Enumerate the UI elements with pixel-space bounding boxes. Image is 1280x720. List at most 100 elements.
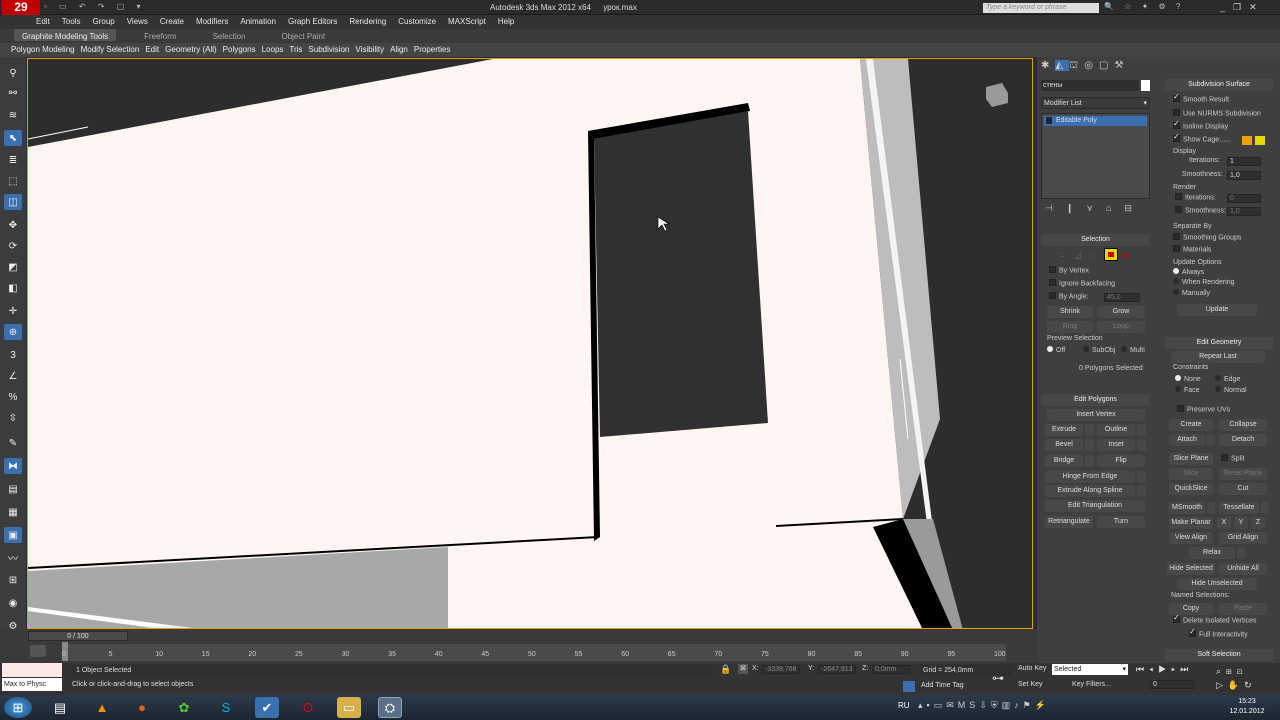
- link-icon[interactable]: ⚲: [4, 65, 22, 81]
- constraint-face-radio[interactable]: Face: [1175, 386, 1200, 394]
- render-smoothness-spinner[interactable]: 1,0: [1227, 207, 1261, 216]
- stack-expand-icon[interactable]: [1046, 117, 1052, 124]
- border-level-icon[interactable]: ◌: [1090, 251, 1095, 260]
- smoothing-groups-checkbox[interactable]: Smoothing Groups: [1173, 233, 1241, 241]
- grid-align-button[interactable]: Grid Align: [1219, 532, 1267, 544]
- time-slider[interactable]: 0 / 100: [28, 631, 128, 641]
- inset-settings-button[interactable]: [1137, 439, 1146, 451]
- cut-button[interactable]: Cut: [1219, 483, 1267, 495]
- extrude-button[interactable]: Extrude: [1045, 424, 1083, 436]
- x-coordinate-field[interactable]: -3339,768: [762, 665, 800, 674]
- panel-polygon-modeling[interactable]: Polygon Modeling: [8, 43, 78, 54]
- tray-shield-icon[interactable]: ⛨: [991, 700, 1002, 710]
- opera-icon[interactable]: O: [296, 697, 320, 718]
- avast-icon[interactable]: ▲: [90, 697, 114, 718]
- tray-volume-icon[interactable]: ♪: [1014, 700, 1023, 710]
- previous-frame-icon[interactable]: ◂: [1149, 664, 1158, 674]
- menu-create[interactable]: Create: [154, 15, 190, 26]
- set-key-button[interactable]: Set Key: [1018, 681, 1043, 688]
- menu-views[interactable]: Views: [121, 15, 154, 26]
- manually-radio[interactable]: Manually: [1173, 289, 1210, 297]
- ignore-backfacing-checkbox[interactable]: Ignore Backfacing: [1049, 279, 1115, 287]
- tray-m-icon[interactable]: M: [958, 700, 970, 710]
- subdivision-surface-rollout-header[interactable]: Subdivision Surface: [1165, 79, 1273, 91]
- collapse-button[interactable]: Collapse: [1219, 419, 1267, 431]
- tray-app-icon[interactable]: ▪: [927, 700, 934, 710]
- menu-rendering[interactable]: Rendering: [343, 15, 392, 26]
- skype-icon[interactable]: S: [214, 697, 238, 718]
- menu-group[interactable]: Group: [86, 15, 120, 26]
- preview-subobj-radio[interactable]: SubObj: [1083, 346, 1115, 354]
- constraint-edge-radio[interactable]: Edge: [1215, 375, 1240, 383]
- modify-tab-icon[interactable]: ◭: [1055, 60, 1070, 71]
- panel-geometry-all[interactable]: Geometry (All): [162, 43, 220, 54]
- use-nurms-checkbox[interactable]: Use NURMS Subdivision: [1173, 109, 1261, 117]
- align-icon[interactable]: ▤: [4, 481, 22, 497]
- modifier-stack[interactable]: Editable Poly: [1041, 113, 1150, 199]
- pan-icon[interactable]: ✋: [1228, 680, 1244, 690]
- by-angle-spinner[interactable]: 45,0: [1104, 293, 1140, 302]
- rectangular-selection-icon[interactable]: ⬚: [4, 173, 22, 189]
- ignore-backfacing-check[interactable]: [1049, 279, 1056, 286]
- snaps-toggle-icon[interactable]: 3: [4, 347, 22, 363]
- when-rendering-radio[interactable]: When Rendering: [1173, 278, 1235, 286]
- view-align-button[interactable]: View Align: [1169, 532, 1213, 544]
- paste-button[interactable]: Paste: [1219, 603, 1267, 615]
- relax-button[interactable]: Relax: [1189, 547, 1235, 559]
- folder-icon[interactable]: ▭: [337, 697, 361, 718]
- unhide-all-button[interactable]: Unhide All: [1219, 563, 1267, 575]
- render-iterations-checkbox[interactable]: Iterations:: [1175, 193, 1216, 201]
- motion-tab-icon[interactable]: ◎: [1084, 60, 1099, 71]
- hide-unselected-button[interactable]: Hide Unselected: [1177, 578, 1257, 590]
- always-radio[interactable]: Always: [1173, 268, 1204, 276]
- repeat-last-button[interactable]: Repeat Last: [1171, 351, 1265, 363]
- zoom-all-icon[interactable]: ⊞: [1226, 666, 1237, 676]
- cage-color-swatch-2[interactable]: [1255, 136, 1265, 145]
- menu-maxscript[interactable]: MAXScript: [442, 15, 492, 26]
- open-mini-curve-editor-icon[interactable]: [30, 645, 46, 657]
- preview-off-radio[interactable]: Off: [1047, 346, 1065, 354]
- menu-modifiers[interactable]: Modifiers: [190, 15, 234, 26]
- menu-help[interactable]: Help: [492, 15, 520, 26]
- bevel-button[interactable]: Bevel: [1045, 439, 1083, 451]
- attach-list-button[interactable]: [1207, 434, 1215, 446]
- auto-key-button[interactable]: Auto Key: [1018, 665, 1046, 672]
- language-indicator[interactable]: RU: [898, 701, 910, 710]
- object-name-field[interactable]: стены: [1041, 80, 1139, 91]
- extrude-settings-button[interactable]: [1085, 424, 1094, 436]
- panel-visibility[interactable]: Visibility: [352, 43, 387, 54]
- remove-modifier-icon[interactable]: ⌂: [1106, 203, 1124, 213]
- render-smoothness-checkbox[interactable]: Smoothness:: [1175, 206, 1226, 214]
- show-end-result-icon[interactable]: ❙: [1066, 203, 1087, 213]
- explorer-window-icon[interactable]: ▤: [48, 697, 72, 718]
- configure-sets-icon[interactable]: ⊟: [1124, 203, 1145, 213]
- bind-space-warp-icon[interactable]: ≋: [4, 107, 22, 123]
- reference-coord-icon[interactable]: ◧: [4, 280, 22, 296]
- element-level-icon[interactable]: ◈: [1122, 250, 1129, 261]
- schematic-view-icon[interactable]: ⊞: [4, 572, 22, 588]
- tab-graphite-modeling-tools[interactable]: Graphite Modeling Tools: [14, 29, 117, 41]
- grow-button[interactable]: Grow: [1097, 306, 1145, 318]
- shrink-button[interactable]: Shrink: [1047, 306, 1093, 318]
- play-icon[interactable]: ▶: [1158, 664, 1171, 674]
- perspective-viewport[interactable]: [27, 58, 1033, 629]
- panel-loops[interactable]: Loops: [259, 43, 287, 54]
- next-frame-icon[interactable]: ▸: [1171, 664, 1180, 674]
- percent-snap-icon[interactable]: %: [4, 389, 22, 405]
- vertex-level-icon[interactable]: ∴: [1059, 251, 1064, 260]
- bridge-settings-button[interactable]: [1085, 455, 1094, 467]
- tray-network-icon[interactable]: ▥: [1002, 700, 1015, 710]
- pin-stack-icon[interactable]: ⊣: [1045, 203, 1066, 213]
- object-color-swatch[interactable]: [1141, 80, 1150, 91]
- flip-button[interactable]: Flip: [1097, 455, 1145, 467]
- panel-edit[interactable]: Edit: [142, 43, 162, 54]
- key-filters-button[interactable]: Key Filters...: [1072, 681, 1111, 688]
- pivot-center-icon[interactable]: ✛: [4, 303, 22, 319]
- hierarchy-tab-icon[interactable]: ⛫: [1069, 60, 1084, 71]
- menu-tools[interactable]: Tools: [56, 15, 87, 26]
- tray-skype-icon[interactable]: S: [969, 700, 979, 710]
- go-to-start-icon[interactable]: ⏮: [1136, 664, 1149, 674]
- turn-button[interactable]: Turn: [1097, 516, 1145, 528]
- select-and-manipulate-icon[interactable]: ⊕: [4, 324, 22, 340]
- search-input[interactable]: Type a keyword or phrase: [983, 3, 1099, 13]
